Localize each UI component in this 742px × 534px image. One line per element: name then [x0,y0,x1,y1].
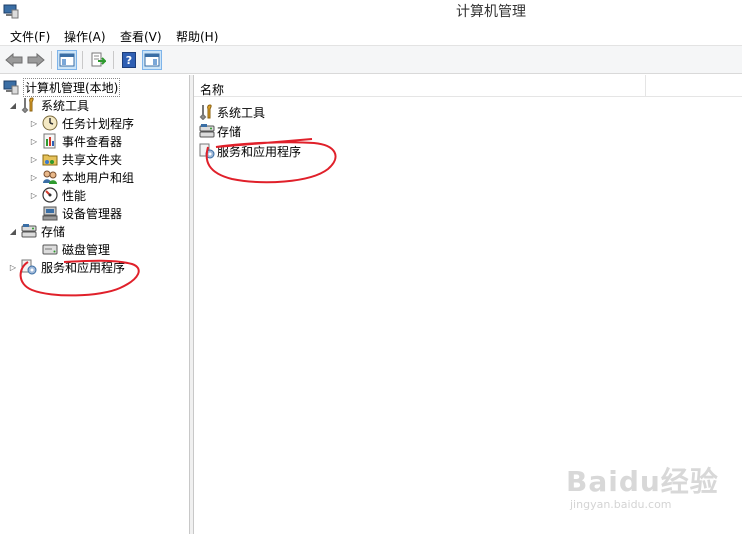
help-icon[interactable]: ? [119,50,139,70]
tree-item-label: 系统工具 [41,98,90,113]
tree-item-label: 存储 [41,224,66,239]
watermark-logo: Baidu经验 [566,465,719,498]
storage-icon [199,123,215,139]
computer-management-icon [2,78,20,96]
storage-icon [20,222,38,240]
tree-item-label: 性能 [62,188,87,203]
toolbar: ? [0,46,742,74]
expand-arrow-icon[interactable]: ▷ [29,155,39,164]
list-column-header[interactable]: 名称 [194,75,742,97]
list-item-storage[interactable]: 存储 [199,122,241,140]
tree-item-label: 计算机管理(本地) [23,77,121,97]
baidu-watermark: Baidu经验 jingyan.baidu.com [566,456,726,516]
collapse-arrow-icon[interactable]: ◢ [8,101,18,110]
tree-item-event-viewer[interactable]: ▷ 事件查看器 [29,132,122,150]
tree-item-label: 设备管理器 [62,206,123,221]
toolbar-separator [51,51,52,69]
svg-text:?: ? [126,54,132,67]
column-divider[interactable] [645,75,646,97]
expand-arrow-icon[interactable]: ▷ [8,263,18,272]
tree-item-label: 任务计划程序 [62,116,135,131]
show-hide-tree-icon[interactable] [57,50,77,70]
shared-folder-icon [41,150,59,168]
expand-arrow-icon[interactable]: ▷ [29,191,39,200]
back-icon[interactable] [4,50,24,70]
collapse-arrow-icon[interactable]: ◢ [8,227,18,236]
device-manager-icon [41,204,59,222]
tree-item-label: 事件查看器 [62,134,123,149]
tree-item-computer-management[interactable]: 计算机管理(本地) [2,77,121,97]
tree-item-device-manager[interactable]: 设备管理器 [41,204,122,222]
event-viewer-icon [41,132,59,150]
list-item-label: 存储 [217,124,242,139]
services-icon [199,143,215,159]
forward-icon[interactable] [26,50,46,70]
expand-arrow-icon[interactable]: ▷ [29,137,39,146]
expand-arrow-icon[interactable]: ▷ [29,119,39,128]
tree-item-shared-folders[interactable]: ▷ 共享文件夹 [29,150,122,168]
tree-item-disk-management[interactable]: 磁盘管理 [41,240,110,258]
menu-view[interactable]: 查看(V) [120,28,162,45]
performance-icon [41,186,59,204]
tree-item-storage[interactable]: ◢ 存储 [8,222,65,240]
menu-action[interactable]: 操作(A) [64,28,106,45]
export-list-icon[interactable] [88,50,108,70]
users-icon [41,168,59,186]
window-title: 计算机管理 [456,4,526,20]
list-item-services-applications[interactable]: 服务和应用程序 [199,142,301,160]
watermark-url: jingyan.baidu.com [570,498,672,511]
tools-icon [20,96,38,114]
tree-item-services-applications[interactable]: ▷ 服务和应用程序 [8,258,125,276]
menu-help[interactable]: 帮助(H) [176,28,218,45]
title-bar: 计算机管理 [0,0,742,24]
expand-arrow-icon[interactable]: ▷ [29,173,39,182]
clock-icon [41,114,59,132]
toolbar-separator [82,51,83,69]
column-name-header[interactable]: 名称 [200,81,224,98]
services-icon [20,258,38,276]
tools-icon [199,104,215,120]
content-list-pane: 名称 系统工具 存储 服务和应用程序 Baidu经验 jingyan.baidu… [194,75,742,534]
tree-item-label: 共享文件夹 [62,152,123,167]
tree-item-label: 服务和应用程序 [41,260,126,275]
toolbar-separator [113,51,114,69]
tree-item-system-tools[interactable]: ◢ 系统工具 [8,96,89,114]
list-item-label: 系统工具 [217,105,266,120]
list-item-system-tools[interactable]: 系统工具 [199,103,265,121]
tree-item-local-users-groups[interactable]: ▷ 本地用户和组 [29,168,134,186]
menu-bar: 文件(F) 操作(A) 查看(V) 帮助(H) [0,24,742,46]
menu-file[interactable]: 文件(F) [10,28,50,45]
disk-icon [41,240,59,258]
list-item-label: 服务和应用程序 [217,144,302,159]
show-hide-action-pane-icon[interactable] [142,50,162,70]
tree-item-label: 磁盘管理 [62,242,111,257]
tree-item-label: 本地用户和组 [62,170,135,185]
tree-item-task-scheduler[interactable]: ▷ 任务计划程序 [29,114,134,132]
navigation-tree: 计算机管理(本地) ◢ 系统工具 ▷ 任务计划程序 ▷ 事件查看器 ▷ 共享文件… [0,75,190,534]
tree-item-performance[interactable]: ▷ 性能 [29,186,86,204]
